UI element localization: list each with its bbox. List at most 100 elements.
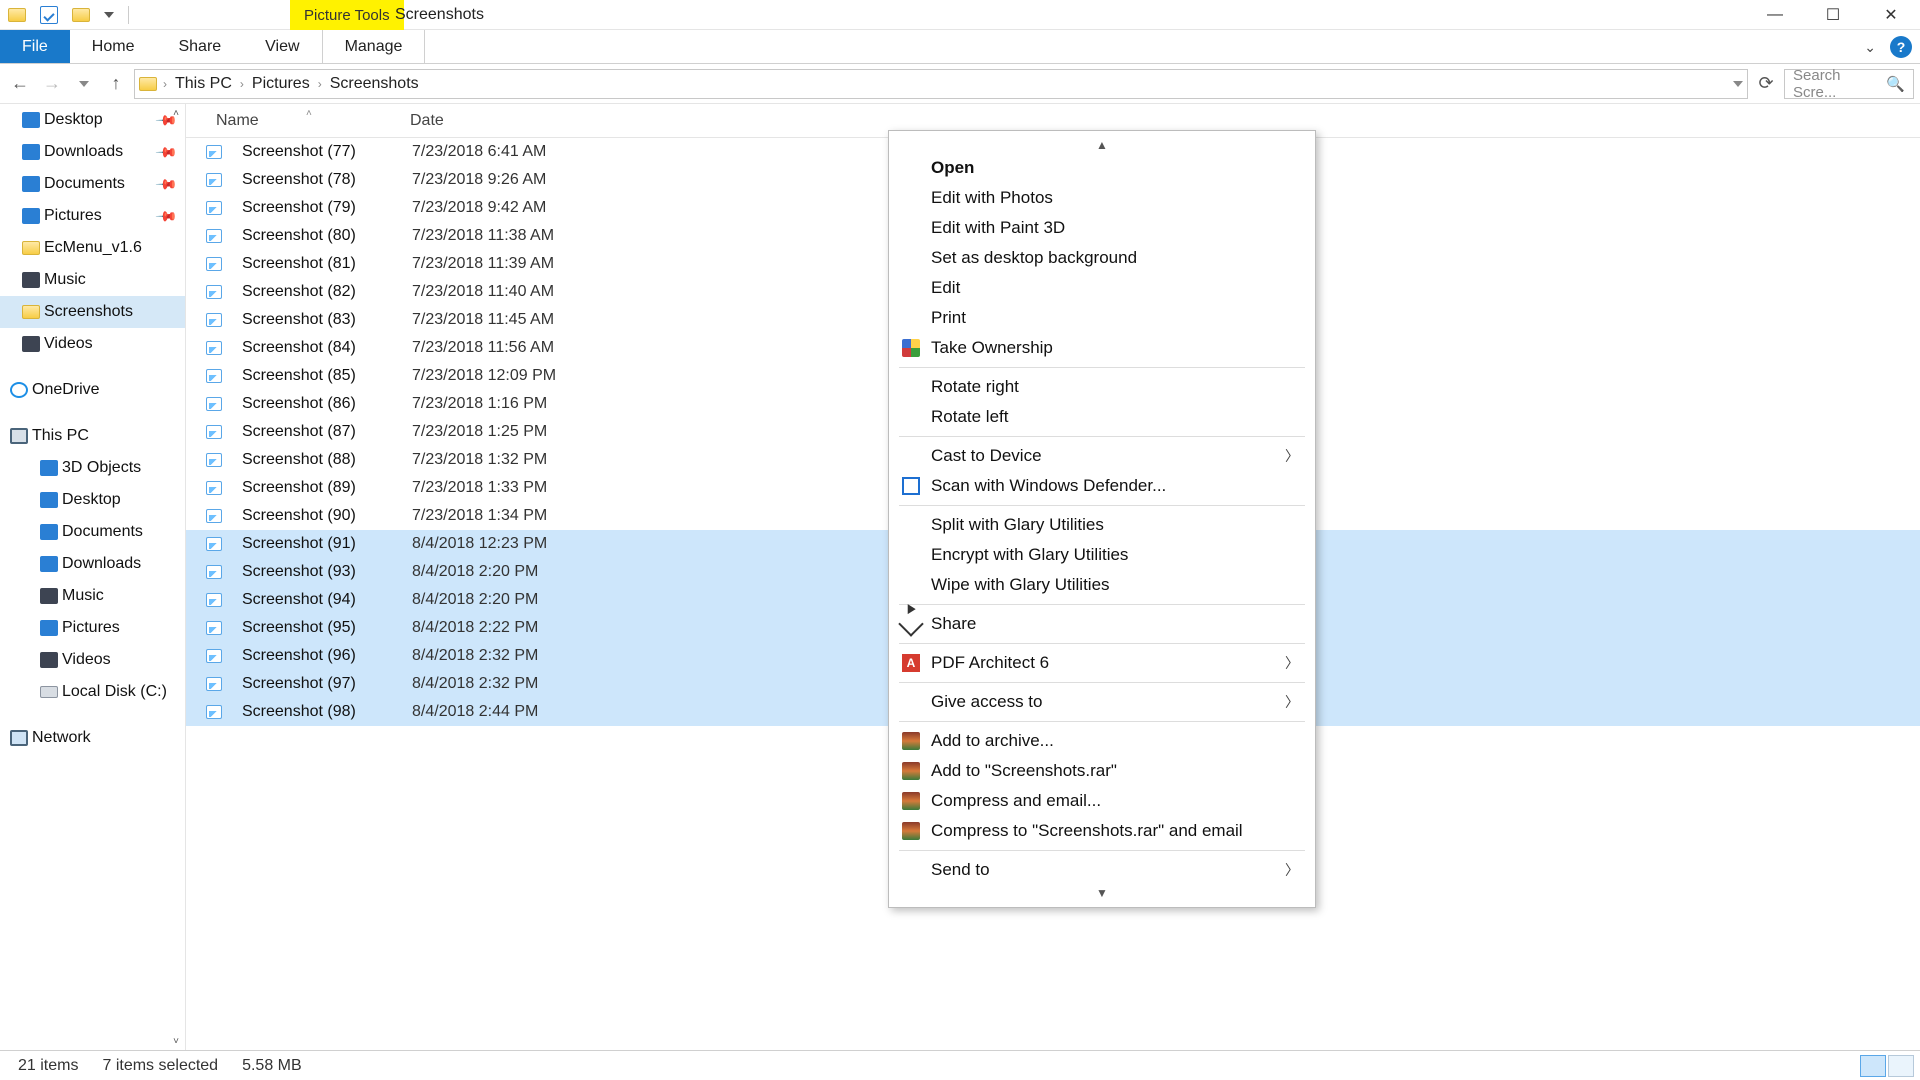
- collapse-ribbon-icon[interactable]: ⌄: [1864, 39, 1876, 56]
- menu-item-edit[interactable]: Edit: [889, 273, 1315, 303]
- forward-button[interactable]: →: [38, 70, 66, 98]
- sidebar-item-downloads[interactable]: Downloads: [0, 548, 185, 580]
- sidebar-item-label: Downloads: [44, 143, 123, 161]
- new-folder-icon[interactable]: [72, 8, 90, 22]
- sidebar-item-videos[interactable]: Videos: [0, 328, 185, 360]
- sidebar-item-videos[interactable]: Videos: [0, 644, 185, 676]
- breadcrumb-screenshots[interactable]: Screenshots: [324, 75, 425, 93]
- sidebar-item-3d-objects[interactable]: 3D Objects: [0, 452, 185, 484]
- image-file-icon: [206, 705, 222, 719]
- menu-item-pdf-architect-6[interactable]: APDF Architect 6〉: [889, 648, 1315, 678]
- tab-manage[interactable]: Manage: [322, 30, 426, 63]
- breadcrumb-bar[interactable]: › This PC › Pictures › Screenshots: [134, 69, 1748, 99]
- tab-home[interactable]: Home: [70, 30, 157, 63]
- menu-item-share[interactable]: Share: [889, 609, 1315, 639]
- menu-item-encrypt-with-glary-utilities[interactable]: Encrypt with Glary Utilities: [889, 540, 1315, 570]
- pc-icon: [10, 428, 28, 444]
- sidebar-item-label: 3D Objects: [62, 459, 141, 477]
- menu-separator: [899, 721, 1305, 722]
- menu-item-compress-to-screenshots-rar-and-email[interactable]: Compress to "Screenshots.rar" and email: [889, 816, 1315, 846]
- status-size: 5.58 MB: [242, 1057, 302, 1075]
- image-file-icon: [206, 677, 222, 691]
- sidebar-item-screenshots[interactable]: Screenshots: [0, 296, 185, 328]
- menu-item-compress-and-email[interactable]: Compress and email...: [889, 786, 1315, 816]
- minimize-button[interactable]: —: [1746, 0, 1804, 30]
- file-date: 7/23/2018 1:34 PM: [412, 507, 652, 525]
- menu-item-rotate-right[interactable]: Rotate right: [889, 372, 1315, 402]
- menu-item-split-with-glary-utilities[interactable]: Split with Glary Utilities: [889, 510, 1315, 540]
- back-button[interactable]: ←: [6, 70, 34, 98]
- chevron-right-icon[interactable]: ›: [318, 77, 322, 91]
- titlebar: Picture Tools Screenshots — ☐ ✕: [0, 0, 1920, 30]
- details-view-button[interactable]: [1860, 1055, 1886, 1077]
- recent-locations-dropdown[interactable]: [70, 70, 98, 98]
- sidebar-item-music[interactable]: Music: [0, 580, 185, 612]
- sidebar-item-desktop[interactable]: Desktop: [0, 484, 185, 516]
- menu-scroll-up-icon[interactable]: ▲: [889, 137, 1315, 153]
- menu-item-give-access-to[interactable]: Give access to〉: [889, 687, 1315, 717]
- scroll-down-icon[interactable]: ˅: [169, 1034, 183, 1048]
- menu-item-print[interactable]: Print: [889, 303, 1315, 333]
- rar-icon: [902, 792, 920, 810]
- menu-item-edit-with-paint-3d[interactable]: Edit with Paint 3D: [889, 213, 1315, 243]
- menu-item-label: Cast to Device: [931, 446, 1042, 466]
- tab-share[interactable]: Share: [156, 30, 243, 63]
- disk-icon: [40, 686, 58, 698]
- breadcrumb-this-pc[interactable]: This PC: [169, 75, 238, 93]
- sidebar-item-documents[interactable]: Documents: [0, 516, 185, 548]
- sidebar-item-pictures[interactable]: Pictures📌: [0, 200, 185, 232]
- file-name: Screenshot (91): [242, 535, 412, 553]
- menu-item-add-to-screenshots-rar[interactable]: Add to "Screenshots.rar": [889, 756, 1315, 786]
- menu-item-send-to[interactable]: Send to〉: [889, 855, 1315, 885]
- column-name[interactable]: Name˄: [186, 112, 410, 130]
- sidebar-item-local-disk-c-[interactable]: Local Disk (C:): [0, 676, 185, 708]
- menu-item-add-to-archive[interactable]: Add to archive...: [889, 726, 1315, 756]
- file-name: Screenshot (97): [242, 675, 412, 693]
- menu-item-wipe-with-glary-utilities[interactable]: Wipe with Glary Utilities: [889, 570, 1315, 600]
- menu-item-cast-to-device[interactable]: Cast to Device〉: [889, 441, 1315, 471]
- menu-item-edit-with-photos[interactable]: Edit with Photos: [889, 183, 1315, 213]
- menu-item-label: Compress to "Screenshots.rar" and email: [931, 821, 1243, 841]
- maximize-button[interactable]: ☐: [1804, 0, 1862, 30]
- sidebar-item-documents[interactable]: Documents📌: [0, 168, 185, 200]
- contextual-tab-label: Picture Tools: [290, 0, 404, 30]
- menu-item-set-as-desktop-background[interactable]: Set as desktop background: [889, 243, 1315, 273]
- column-date[interactable]: Date: [410, 112, 650, 130]
- properties-icon[interactable]: [40, 6, 58, 24]
- menu-item-open[interactable]: Open: [889, 153, 1315, 183]
- search-input[interactable]: Search Scre... 🔍: [1784, 69, 1914, 99]
- sidebar-item-pictures[interactable]: Pictures: [0, 612, 185, 644]
- close-button[interactable]: ✕: [1862, 0, 1920, 30]
- breadcrumb-pictures[interactable]: Pictures: [246, 75, 316, 93]
- thumbnails-view-button[interactable]: [1888, 1055, 1914, 1077]
- up-button[interactable]: ↑: [102, 70, 130, 98]
- menu-item-scan-with-windows-defender[interactable]: Scan with Windows Defender...: [889, 471, 1315, 501]
- content-area: ˄ Desktop📌Downloads📌Documents📌Pictures📌E…: [0, 104, 1920, 1050]
- sidebar-item-music[interactable]: Music: [0, 264, 185, 296]
- address-dropdown-icon[interactable]: [1733, 81, 1743, 87]
- sidebar-onedrive[interactable]: OneDrive: [0, 374, 185, 406]
- tab-file[interactable]: File: [0, 30, 70, 63]
- refresh-button[interactable]: ⟳: [1752, 70, 1780, 98]
- file-list: Name˄ Date Screenshot (77)7/23/2018 6:41…: [186, 104, 1920, 1050]
- sidebar-item-downloads[interactable]: Downloads📌: [0, 136, 185, 168]
- sidebar-item-label: Desktop: [44, 111, 103, 129]
- menu-item-label: Take Ownership: [931, 338, 1053, 358]
- menu-item-label: Send to: [931, 860, 990, 880]
- sidebar-item-label: Documents: [62, 523, 143, 541]
- this-pc-label: This PC: [32, 427, 89, 445]
- sidebar-this-pc[interactable]: This PC: [0, 420, 185, 452]
- sidebar-item-desktop[interactable]: Desktop📌: [0, 104, 185, 136]
- chevron-right-icon[interactable]: ›: [163, 77, 167, 91]
- qat-dropdown-icon[interactable]: [104, 12, 114, 18]
- sidebar-network[interactable]: Network: [0, 722, 185, 754]
- sidebar-item-ecmenu-v1-6[interactable]: EcMenu_v1.6: [0, 232, 185, 264]
- help-button[interactable]: ?: [1890, 36, 1912, 58]
- menu-item-rotate-left[interactable]: Rotate left: [889, 402, 1315, 432]
- chevron-right-icon[interactable]: ›: [240, 77, 244, 91]
- submenu-arrow-icon: 〉: [1285, 653, 1299, 673]
- dark-icon: [40, 652, 58, 668]
- tab-view[interactable]: View: [243, 30, 321, 63]
- menu-scroll-down-icon[interactable]: ▼: [889, 885, 1315, 901]
- menu-item-take-ownership[interactable]: Take Ownership: [889, 333, 1315, 363]
